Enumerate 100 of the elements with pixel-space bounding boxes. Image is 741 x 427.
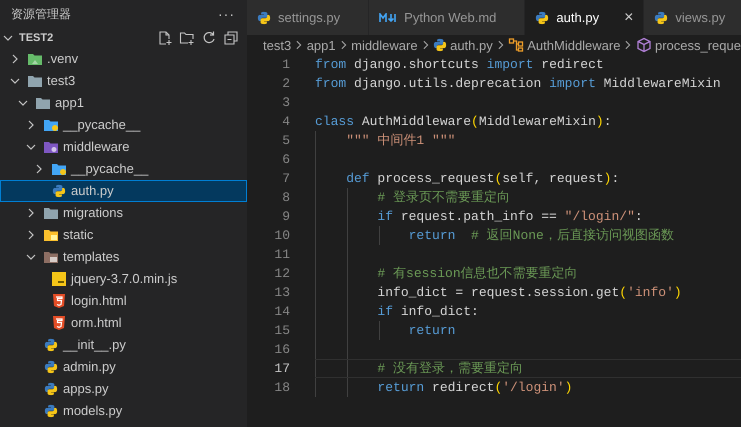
line-number: 15 (273, 322, 290, 340)
python-icon (433, 38, 448, 52)
js-file-icon (52, 272, 66, 286)
code-line: # 登录页不需要重定向 (376, 190, 510, 205)
chevron-right-icon[interactable] (34, 164, 44, 174)
line-number: 9 (281, 208, 290, 226)
collapse-all-icon[interactable] (223, 30, 239, 46)
chevron-down-icon[interactable] (26, 252, 36, 262)
line-number: 16 (273, 341, 290, 359)
line-number: 18 (273, 379, 290, 397)
line-number: 2 (281, 75, 290, 93)
tree-item[interactable]: migrations (0, 202, 247, 224)
code-line: def process_request(self, request): (345, 171, 620, 186)
tree-item[interactable]: jquery-3.7.0.min.js (0, 268, 247, 290)
folder-icon (43, 228, 59, 242)
line-number: 4 (281, 113, 290, 131)
close-tab-button[interactable]: × (624, 8, 634, 26)
tree-item[interactable]: app1 (0, 92, 247, 114)
line-number: 14 (273, 303, 290, 321)
editor-tab[interactable]: Python Web.md (369, 0, 526, 35)
tree-item[interactable]: static (0, 224, 247, 246)
folder-icon (35, 96, 51, 110)
new-file-icon[interactable] (157, 30, 173, 46)
explorer-title: 资源管理器 (11, 6, 71, 23)
line-number: 12 (273, 265, 290, 283)
folder-icon (27, 52, 43, 66)
html-file-icon (53, 316, 65, 330)
folder-icon (43, 206, 59, 220)
tree-item[interactable]: __pycache__ (0, 114, 247, 136)
tree-item[interactable]: __pycache__ (0, 158, 247, 180)
chevron-right-icon (295, 40, 303, 50)
html-file-icon (53, 294, 65, 308)
folder-icon (43, 118, 59, 132)
breadcrumb-item[interactable]: auth.py (450, 38, 493, 52)
chevron-down-icon[interactable] (26, 142, 36, 152)
python-icon (257, 10, 271, 24)
line-number: 10 (273, 227, 290, 245)
code-line: # 没有登录，需要重定向 (376, 361, 524, 376)
chevron-right-icon[interactable] (10, 54, 20, 64)
chevron-right-icon (624, 40, 632, 50)
line-number: 17 (273, 360, 290, 378)
chevron-right-icon[interactable] (26, 120, 36, 130)
editor-tab[interactable]: views.py (644, 0, 741, 35)
python-icon (44, 360, 58, 374)
breadcrumb-item[interactable]: app1 (306, 38, 336, 52)
tree-item[interactable]: .venv (0, 48, 247, 70)
chevron-right-icon (340, 40, 348, 50)
code-line: from django.shortcuts import redirect (315, 57, 604, 72)
python-icon (44, 382, 58, 396)
chevron-right-icon[interactable] (26, 208, 36, 218)
line-number: 7 (281, 170, 290, 188)
chevron-right-icon[interactable] (26, 230, 36, 240)
tree-item[interactable]: __init__.py (0, 334, 247, 356)
code-line: return # 返回None，后直接访问视图函数 (408, 228, 674, 243)
folder-icon (51, 162, 67, 176)
method-icon (636, 37, 652, 53)
tree-item[interactable]: test3 (0, 70, 247, 92)
editor-tab[interactable]: settings.py (247, 0, 370, 35)
editor-tab[interactable]: auth.py × (525, 0, 644, 35)
chevron-right-icon (496, 40, 504, 50)
code-line: return redirect('/login') (376, 380, 572, 395)
breadcrumb-item[interactable]: test3 (263, 38, 292, 52)
code-line: return (408, 323, 456, 338)
breadcrumb-item[interactable]: AuthMiddleware (527, 38, 620, 52)
tree-item[interactable]: middleware (0, 136, 247, 158)
python-icon (654, 10, 668, 24)
code-line: if request.path_info == "/login/": (376, 209, 643, 224)
tree-item[interactable]: templates (0, 246, 247, 268)
tree-item[interactable]: apps.py (0, 378, 247, 400)
code-line: class AuthMiddleware(MiddlewareMixin): (315, 114, 612, 129)
line-number: 3 (281, 94, 290, 112)
new-folder-icon[interactable] (179, 30, 195, 46)
tree-item[interactable]: orm.html (0, 312, 247, 334)
markdown-icon (379, 12, 398, 22)
folder-icon (43, 140, 59, 154)
folder-icon (43, 250, 59, 264)
more-actions-button[interactable]: ··· (218, 6, 235, 22)
line-number: 8 (281, 189, 290, 207)
line-number: 1 (281, 56, 290, 74)
breadcrumb-item[interactable]: middleware (351, 38, 418, 52)
tree-item[interactable]: login.html (0, 290, 247, 312)
python-icon (52, 184, 66, 198)
breadcrumb-item[interactable]: process_reque (654, 38, 741, 52)
chevron-right-icon (422, 40, 430, 50)
chevron-down-icon[interactable] (10, 76, 20, 86)
indent-guide (315, 340, 348, 359)
class-icon (508, 37, 524, 53)
tree-item[interactable]: admin.py (0, 356, 247, 378)
tree-item[interactable]: auth.py (0, 180, 247, 202)
line-number: 6 (281, 151, 290, 169)
line-number: 13 (273, 284, 290, 302)
line-number: 11 (273, 246, 290, 264)
tree-item[interactable]: models.py (0, 400, 247, 422)
chevron-down-icon[interactable] (3, 33, 13, 44)
chevron-down-icon[interactable] (18, 98, 28, 108)
workspace-header[interactable]: TEST2 (0, 28, 247, 48)
indent-guide (315, 150, 316, 169)
python-icon (44, 338, 58, 352)
python-icon (44, 404, 58, 418)
code-line: if info_dict: (376, 304, 479, 319)
